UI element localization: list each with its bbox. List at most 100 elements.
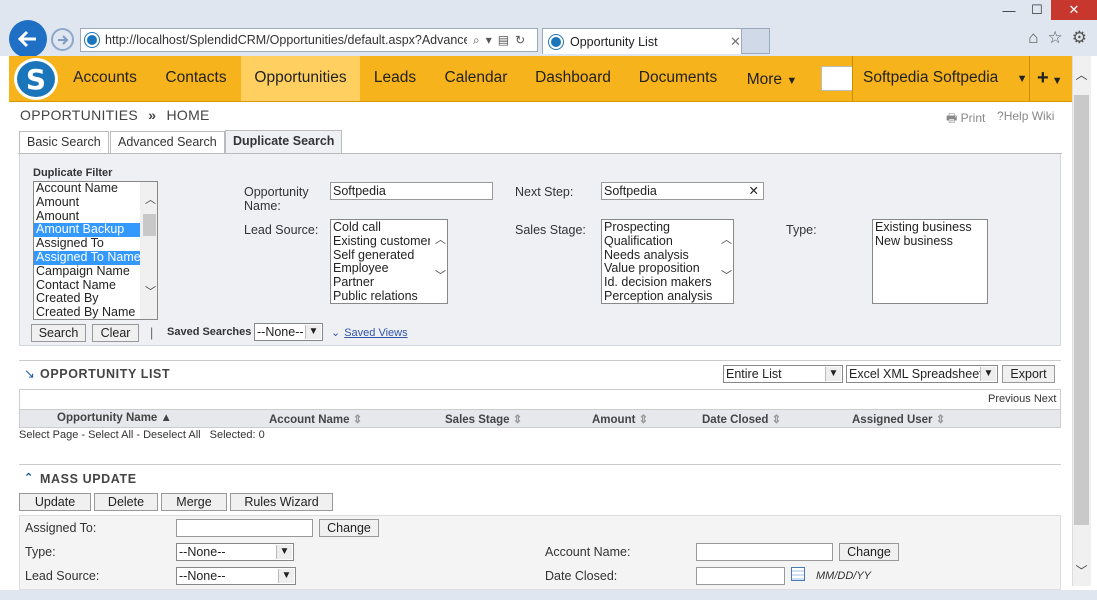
- column-date-closed[interactable]: Date Closed ⇕: [702, 412, 781, 426]
- nav-dashboard[interactable]: Dashboard: [530, 56, 616, 101]
- scroll-thumb[interactable]: [1074, 95, 1089, 525]
- tab-basic-search[interactable]: Basic Search: [19, 131, 109, 154]
- type-listbox[interactable]: Existing business New business: [872, 219, 988, 304]
- collapse-up-icon[interactable]: ⌃: [24, 471, 33, 484]
- list-item[interactable]: Needs analysis: [602, 248, 733, 263]
- list-item[interactable]: Perception analysis: [602, 289, 733, 303]
- list-item[interactable]: Campaign Name: [34, 264, 157, 279]
- nav-opportunities[interactable]: Opportunities: [241, 56, 360, 101]
- tab-duplicate-search[interactable]: Duplicate Search: [225, 130, 343, 154]
- assigned-to-input[interactable]: [176, 519, 313, 537]
- chevron-up-icon[interactable]: ︿: [432, 234, 447, 248]
- quick-create-button[interactable]: + ▼: [1033, 56, 1063, 101]
- listbox-scrollbar[interactable]: ︿ ﹀: [430, 220, 447, 303]
- scroll-thumb[interactable]: [143, 213, 156, 236]
- date-closed-input[interactable]: [696, 567, 785, 585]
- chevron-down-icon[interactable]: ﹀: [1072, 562, 1091, 579]
- merge-button[interactable]: Merge: [161, 493, 227, 511]
- dropdown-icon[interactable]: ▾: [486, 33, 492, 47]
- clear-button[interactable]: Clear: [92, 324, 139, 342]
- search-button[interactable]: Search: [31, 324, 86, 342]
- list-item[interactable]: Amount: [34, 209, 157, 224]
- breadcrumb-module[interactable]: OPPORTUNITIES: [20, 107, 138, 123]
- maximize-button[interactable]: ☐: [1023, 0, 1051, 20]
- nav-contacts[interactable]: Contacts: [159, 56, 233, 101]
- list-item[interactable]: Id. decision makers: [602, 275, 733, 290]
- change-assigned-button[interactable]: Change: [319, 519, 379, 537]
- lead-source-listbox[interactable]: Cold call Existing customer Self generat…: [330, 219, 448, 304]
- back-icon[interactable]: [9, 20, 47, 58]
- nav-calendar[interactable]: Calendar: [439, 56, 513, 101]
- address-bar[interactable]: http://localhost/SplendidCRM/Opportuniti…: [80, 28, 538, 52]
- browser-tab[interactable]: Opportunity List ✕: [542, 28, 742, 54]
- list-item[interactable]: Contact Name: [34, 278, 157, 293]
- collapse-arrow-icon[interactable]: ↘: [24, 366, 35, 382]
- saved-searches-select[interactable]: --None-- ▼: [254, 323, 323, 341]
- list-item[interactable]: Created By: [34, 292, 157, 306]
- calendar-icon[interactable]: [791, 567, 805, 581]
- list-item[interactable]: Assigned To: [34, 236, 157, 251]
- sales-stage-listbox[interactable]: Prospecting Qualification Needs analysis…: [601, 219, 734, 304]
- nav-documents[interactable]: Documents: [633, 56, 723, 101]
- new-tab-button[interactable]: [742, 28, 770, 54]
- list-item[interactable]: Account Name: [34, 182, 157, 196]
- delete-button[interactable]: Delete: [94, 493, 158, 511]
- splendidcrm-logo[interactable]: S: [14, 58, 58, 100]
- list-item[interactable]: Existing business: [873, 220, 987, 235]
- url-text[interactable]: http://localhost/SplendidCRM/Opportuniti…: [105, 33, 467, 47]
- pager[interactable]: Previous Next: [988, 393, 1056, 405]
- list-item-selected[interactable]: Assigned To Name: [34, 250, 141, 265]
- column-account-name[interactable]: Account Name ⇕: [269, 412, 362, 426]
- saved-views-link[interactable]: ⌄ Saved Views: [331, 326, 408, 339]
- selection-links[interactable]: Select Page - Select All - Deselect All …: [19, 429, 265, 441]
- duplicate-filter-listbox[interactable]: Account Name Amount Amount Amount Backup…: [33, 181, 158, 320]
- user-menu[interactable]: Softpedia Softpedia ▼: [852, 56, 1030, 101]
- chevron-up-icon[interactable]: ︿: [1072, 66, 1091, 83]
- tab-advanced-search[interactable]: Advanced Search: [110, 131, 225, 154]
- refresh-icon[interactable]: ↻: [515, 33, 525, 47]
- select-links-text[interactable]: Select Page - Select All - Deselect All: [19, 429, 201, 441]
- list-item[interactable]: New business: [873, 234, 987, 249]
- chevron-up-icon[interactable]: ︿: [142, 194, 157, 208]
- minimize-button[interactable]: —: [995, 0, 1023, 20]
- clear-icon[interactable]: ✕: [749, 183, 759, 199]
- quick-search-input[interactable]: [821, 66, 853, 91]
- column-opportunity-name[interactable]: Opportunity Name ▲: [57, 412, 172, 424]
- list-item[interactable]: Amount: [34, 195, 157, 210]
- chevron-down-icon[interactable]: ﹀: [142, 286, 157, 300]
- home-icon[interactable]: ⌂: [1028, 28, 1038, 48]
- export-scope-select[interactable]: Entire List ▼: [723, 365, 843, 383]
- change-account-button[interactable]: Change: [839, 543, 899, 561]
- next-step-input[interactable]: Softpedia ✕: [601, 182, 764, 200]
- chevron-down-icon[interactable]: ﹀: [432, 270, 447, 284]
- listbox-scrollbar[interactable]: ︿ ﹀: [140, 182, 157, 319]
- opportunity-name-input[interactable]: Softpedia: [330, 182, 493, 200]
- help-wiki-link[interactable]: ?Help Wiki: [997, 109, 1054, 123]
- update-button[interactable]: Update: [19, 493, 91, 511]
- list-item[interactable]: Qualification: [602, 234, 733, 249]
- export-button[interactable]: Export: [1002, 365, 1055, 383]
- list-item[interactable]: Created By Name: [34, 305, 157, 319]
- list-item[interactable]: Value proposition: [602, 262, 733, 276]
- column-sales-stage[interactable]: Sales Stage ⇕: [445, 412, 522, 426]
- chevron-up-icon[interactable]: ︿: [718, 234, 733, 248]
- column-assigned-user[interactable]: Assigned User ⇕: [852, 412, 945, 426]
- close-button[interactable]: ✕: [1051, 0, 1097, 20]
- close-tab-icon[interactable]: ✕: [730, 34, 741, 50]
- search-icon[interactable]: ⌕: [473, 33, 480, 48]
- compat-icon[interactable]: ▤: [498, 33, 509, 47]
- column-amount[interactable]: Amount ⇕: [592, 412, 648, 426]
- gear-icon[interactable]: ⚙: [1072, 28, 1087, 48]
- nav-more[interactable]: More ▼: [742, 58, 802, 103]
- rules-wizard-button[interactable]: Rules Wizard: [230, 493, 333, 511]
- type-select[interactable]: --None-- ▼: [176, 543, 294, 561]
- list-item-selected[interactable]: Amount Backup: [34, 223, 141, 238]
- print-link[interactable]: 🖶 Print: [946, 109, 985, 130]
- export-format-select[interactable]: Excel XML Spreadsheet ▼: [846, 365, 998, 383]
- nav-accounts[interactable]: Accounts: [65, 56, 145, 101]
- nav-leads[interactable]: Leads: [368, 56, 422, 101]
- chevron-down-icon[interactable]: ﹀: [718, 270, 733, 284]
- account-name-input[interactable]: [696, 543, 833, 561]
- forward-icon[interactable]: [51, 28, 74, 51]
- star-icon[interactable]: ☆: [1048, 28, 1063, 48]
